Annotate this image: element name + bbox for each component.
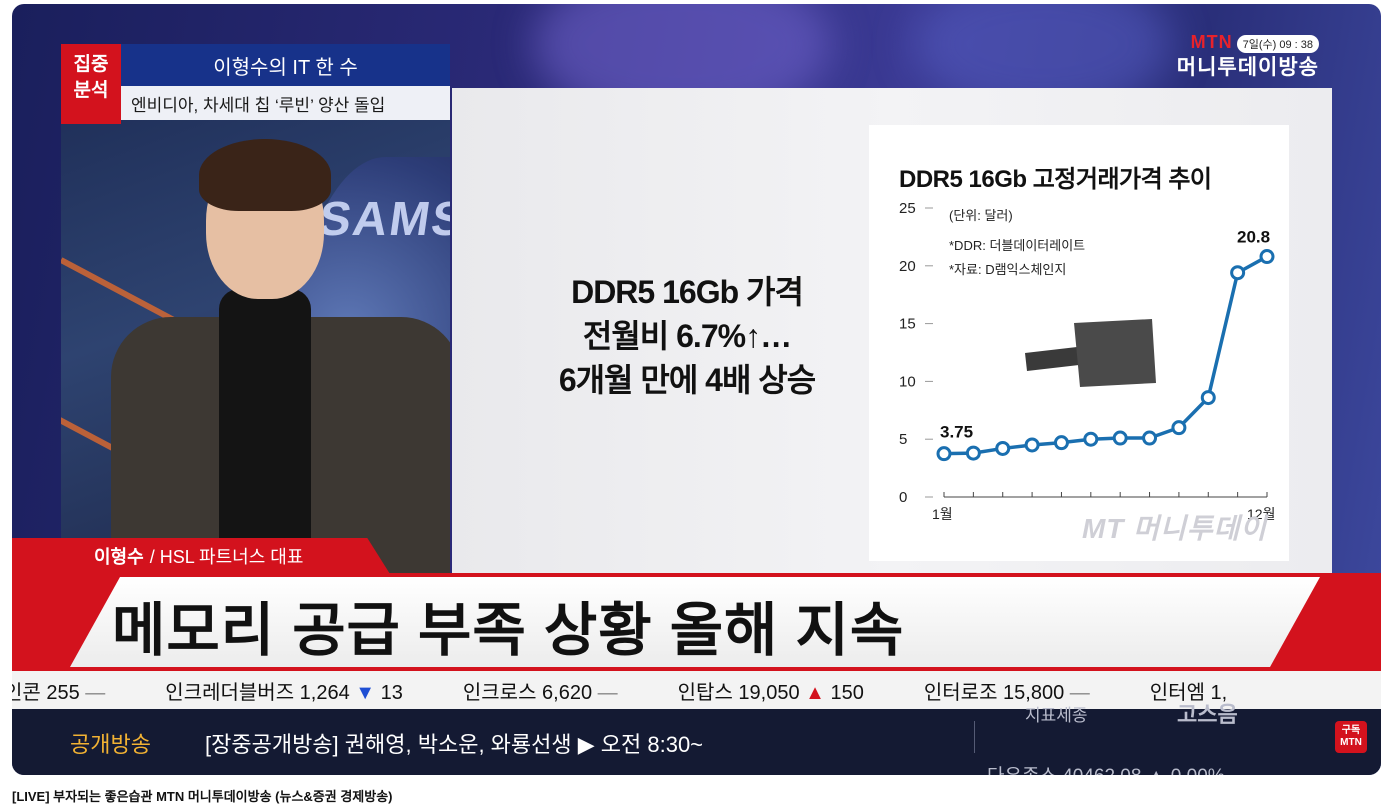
ticker-change: 150	[824, 681, 864, 704]
chart-plot: 05101520251월 12월3.7520.8	[899, 200, 1275, 522]
data-point	[965, 445, 981, 461]
studio-wall-text: SAMSI	[315, 193, 450, 246]
cut-off-text: 지표세종	[1025, 706, 1088, 725]
headline-line: DDR5 16Gb 가격	[571, 274, 804, 310]
y-tick-label: 5	[899, 431, 907, 448]
bottom-info-bar: 지표세종 고스음 공개방송 [장중공개방송] 권해영, 박소운, 와룡선생 ▶ …	[12, 702, 1381, 775]
segment-subtitle: 엔비디아, 차세대 칩 ‘루빈’ 양산 돌입	[121, 86, 450, 120]
segment-tag-line: 분석	[73, 80, 109, 101]
flat-dash-icon: —	[85, 681, 106, 704]
data-point	[1112, 430, 1128, 446]
guest-name: 이형수	[94, 547, 144, 567]
video-frame[interactable]: MTN 7일(수) 09 : 38 머니투데이방송 SAMSI 집중 분석 이형수…	[12, 4, 1381, 775]
data-label: 3.75	[940, 423, 973, 442]
segment-tag-line: 집중	[73, 54, 109, 75]
ticker-item: 인콘 255 —	[12, 676, 105, 705]
page-title[interactable]: [LIVE] 부자되는 좋은습관 MTN 머니투데이방송 (뉴스&증권 경제방송…	[12, 786, 393, 805]
program-schedule: [장중공개방송] 권해영, 박소운, 와룡선생 ▶ 오전 8:30~	[205, 732, 704, 757]
y-tick-label: 10	[899, 373, 916, 390]
segment-title: 이형수의 IT 한 수	[121, 44, 450, 86]
ticker-item: 인크레더블버즈 1,264 ▼ 13	[165, 676, 403, 705]
cut-off-text: 다우존스 40462.08 ▲ 0.00%	[987, 761, 1225, 775]
ticker-name-price: 인크레더블버즈 1,264	[165, 681, 356, 704]
chart-watermark: MT 머니투데이	[1081, 513, 1267, 544]
data-point	[1171, 420, 1187, 436]
segment-tag: 집중 분석	[61, 44, 121, 124]
ticker-name-price: 인콘 255	[12, 681, 86, 704]
stock-ticker: 인콘 255 — 인크레더블버즈 1,264 ▼ 13 인크로스 6,620 — 인탑…	[12, 671, 1381, 709]
info-slide: DDR5 16Gb 가격 전월비 6.7%↑… 6개월 만에 4배 상승 DDR…	[452, 88, 1332, 578]
y-tick-label: 20	[899, 258, 916, 275]
cut-off-text: 고스음	[1177, 702, 1238, 727]
program-label: 공개방송	[70, 732, 151, 757]
lower-third-text: 메모리 공급 부족 상황 올해 지속	[112, 598, 905, 663]
ticker-name-price: 인탑스 19,050	[677, 681, 806, 704]
slide-headline: DDR5 16Gb 가격 전월비 6.7%↑… 6개월 만에 4배 상승	[522, 270, 852, 402]
data-point	[1142, 430, 1158, 446]
ticker-name-price: 인크로스 6,620	[462, 681, 598, 704]
down-arrow-icon: ▼	[355, 681, 376, 704]
y-tick-label: 25	[899, 200, 916, 217]
presenter-turtleneck	[219, 289, 311, 539]
studio-video: SAMSI	[61, 117, 450, 582]
ticker-change: 13	[375, 681, 403, 704]
brand-text: MTN	[1190, 32, 1233, 52]
data-point	[1053, 435, 1069, 451]
memory-chip-image	[1025, 319, 1156, 387]
data-point	[1259, 249, 1275, 265]
headline-line: 6개월 만에 4배 상승	[558, 362, 816, 398]
divider	[974, 721, 975, 753]
broadcaster-logo: MTN 7일(수) 09 : 38 머니투데이방송	[1177, 32, 1319, 81]
data-point	[1024, 437, 1040, 453]
price-chart: DDR5 16Gb 고정거래가격 추이 (단위: 달러) *DDR: 더블데이터…	[869, 125, 1289, 561]
up-arrow-icon: ▲	[805, 681, 825, 704]
lower-third: 메모리 공급 부족 상황 올해 지속	[12, 573, 1381, 671]
data-point	[1200, 390, 1216, 406]
flat-dash-icon: —	[597, 681, 618, 704]
data-point	[936, 446, 952, 462]
y-tick-label: 0	[899, 489, 907, 506]
data-point	[1230, 265, 1246, 281]
y-tick-label: 15	[899, 316, 916, 333]
broadcaster-name: 머니투데이방송	[1176, 56, 1319, 79]
guest-title: / HSL 파트너스 대표	[149, 547, 304, 567]
ticker-item: 인탑스 19,050 ▲ 150	[678, 676, 864, 705]
guest-name-bar: 이형수 / HSL 파트너스 대표	[12, 538, 390, 574]
presenter-hair	[199, 139, 331, 211]
data-point	[995, 440, 1011, 456]
headline-line: 전월비 6.7%↑…	[582, 318, 792, 354]
ticker-item: 인크로스 6,620 —	[463, 676, 618, 705]
subscribe-badge[interactable]: 구독 MTN	[1335, 721, 1367, 753]
x-tick-label: 1월	[932, 506, 953, 522]
data-label: 20.8	[1237, 228, 1270, 247]
data-point	[1083, 431, 1099, 447]
